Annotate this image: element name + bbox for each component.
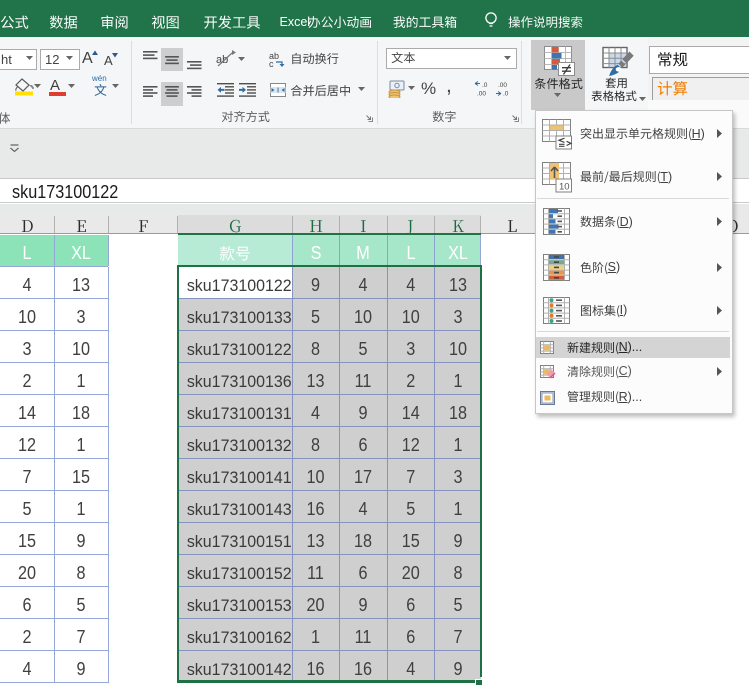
svg-text:c: c: [269, 59, 274, 67]
svg-text:ab: ab: [216, 54, 228, 66]
svg-text:.0: .0: [482, 82, 488, 89]
svg-text:.00: .00: [498, 82, 507, 89]
svg-text:.0: .0: [503, 91, 509, 98]
svg-text:.00: .00: [477, 91, 486, 98]
svg-text:10: 10: [559, 182, 570, 193]
